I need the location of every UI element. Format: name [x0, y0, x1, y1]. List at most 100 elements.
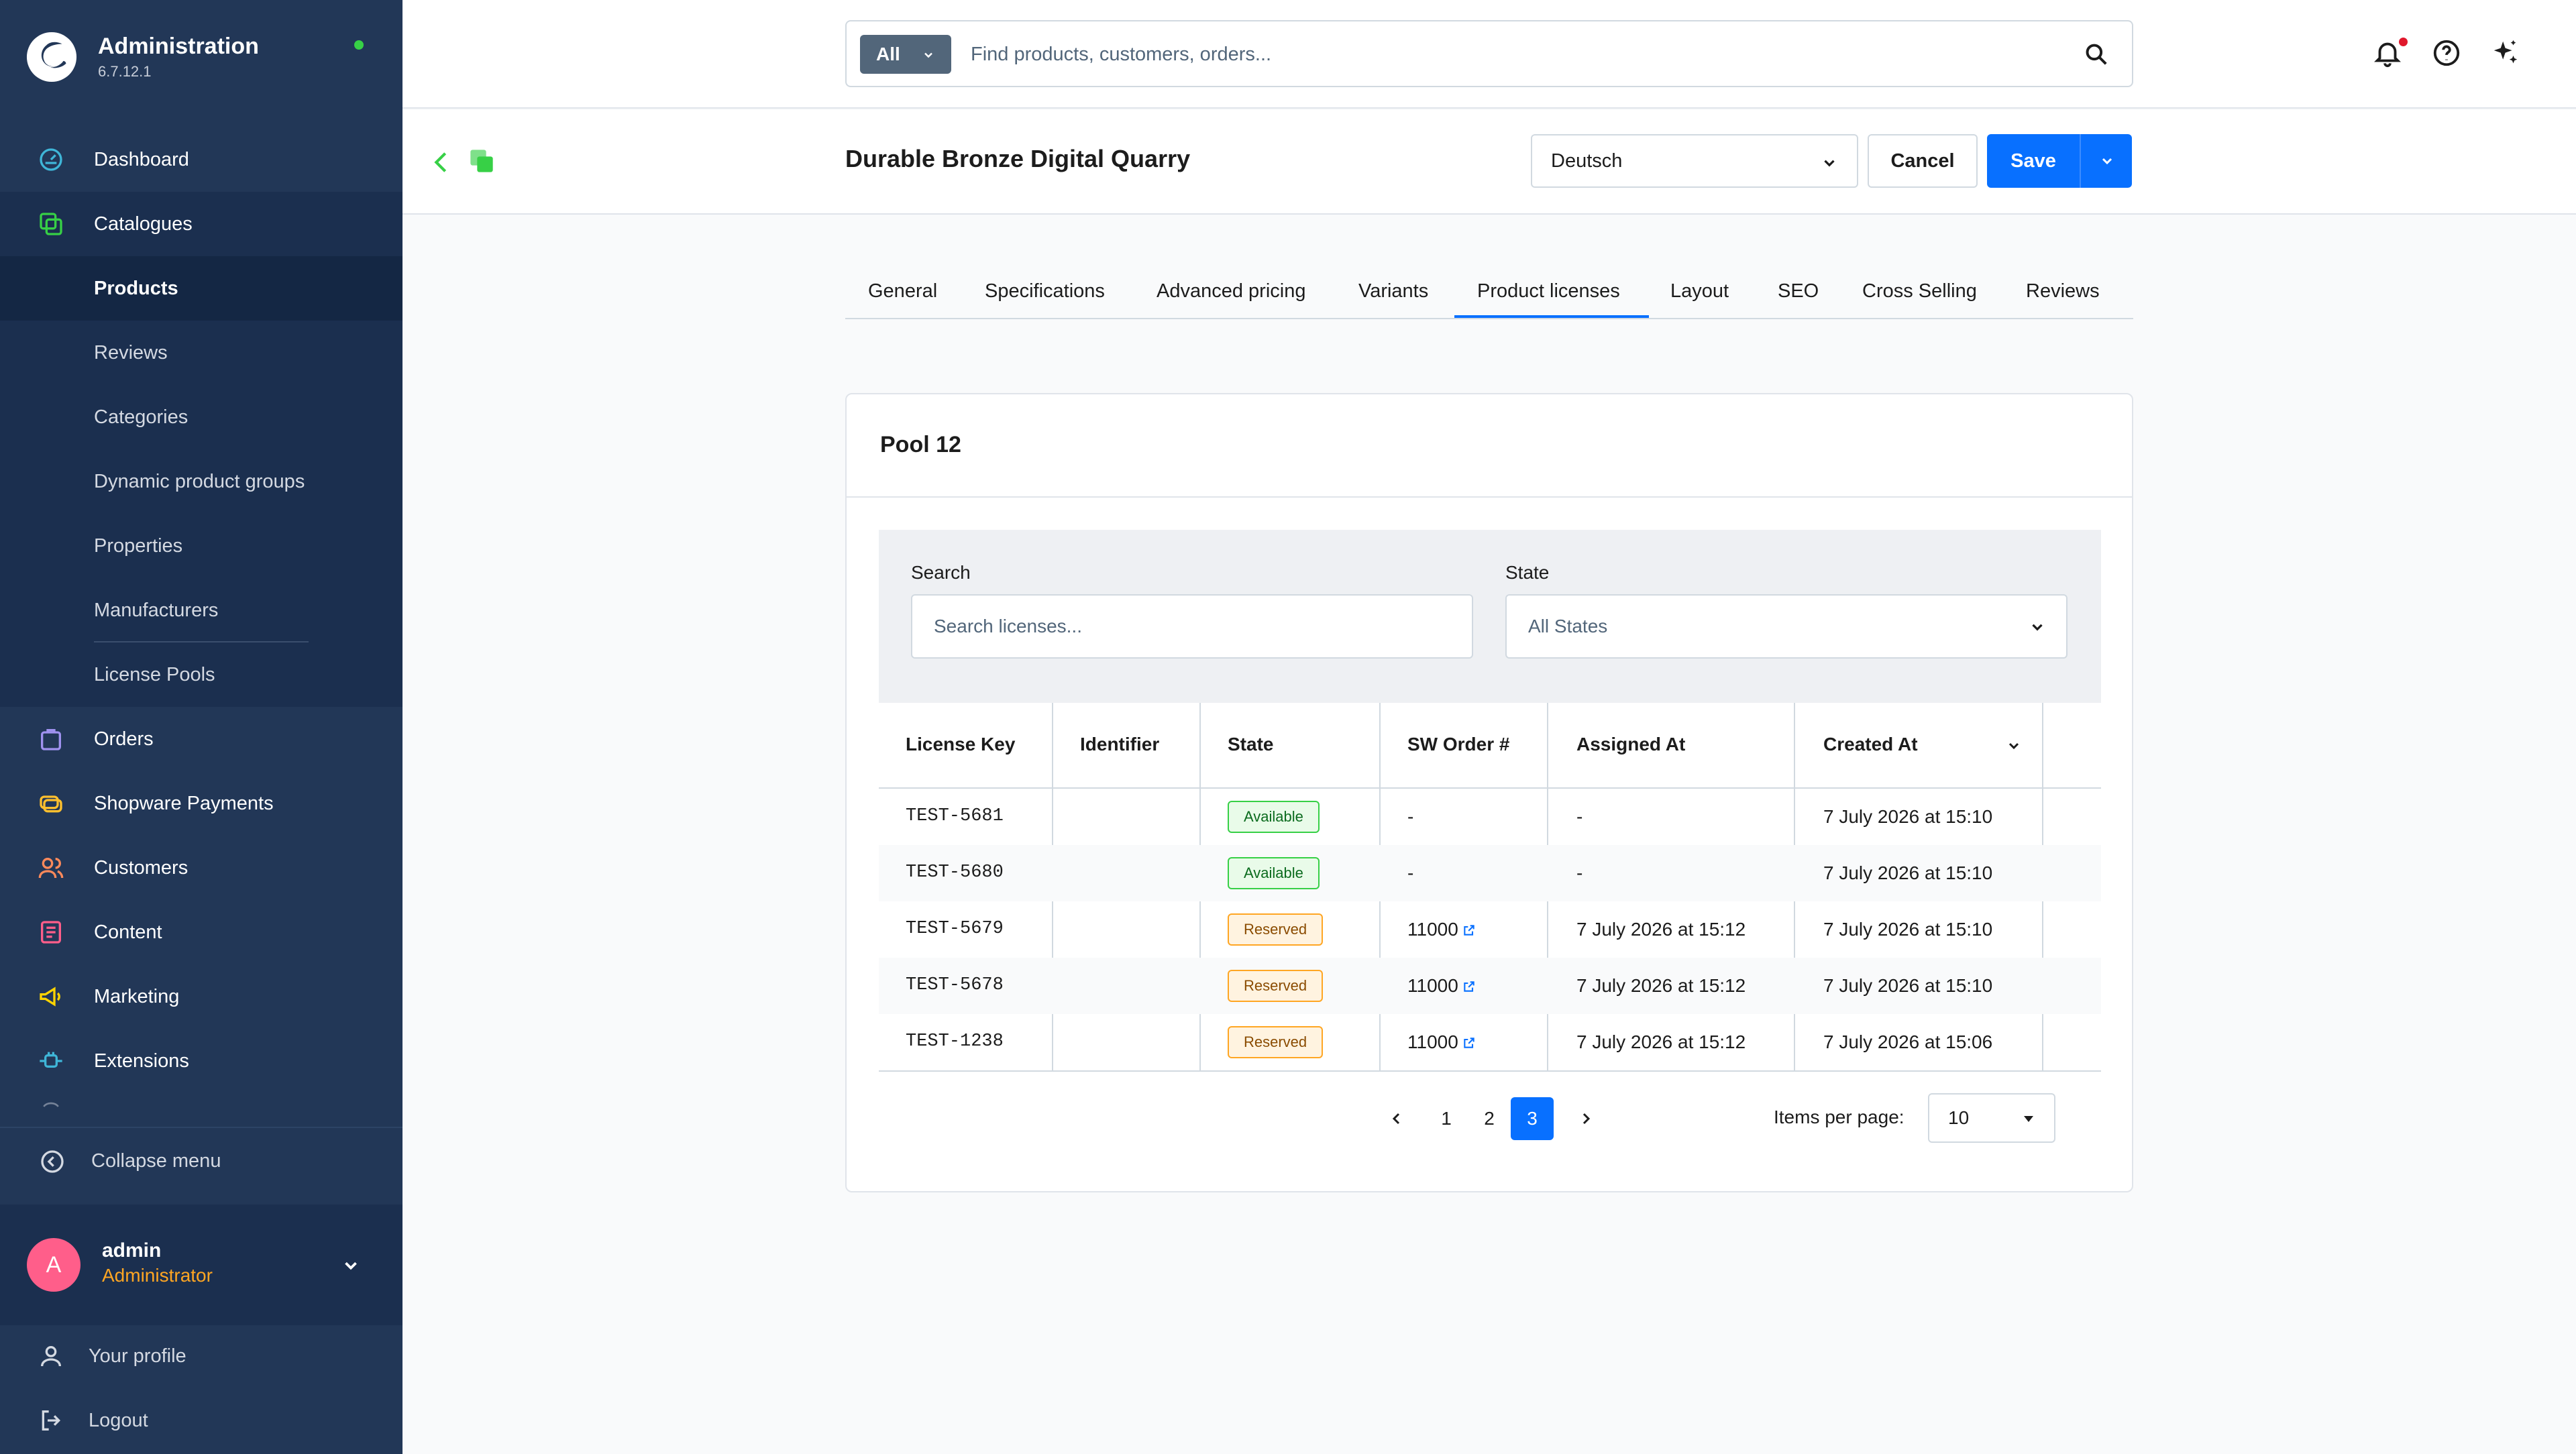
dashboard-icon	[40, 148, 62, 171]
nav-categories[interactable]: Categories	[0, 385, 402, 449]
state-select[interactable]: All States	[1505, 594, 2068, 659]
sw-order-link[interactable]: 11000	[1407, 919, 1458, 940]
header-assigned-at[interactable]: Assigned At	[1576, 734, 1685, 755]
created-at: 7 July 2026 at 15:06	[1823, 1031, 1993, 1052]
nav-content[interactable]: Content	[0, 900, 402, 964]
tab-specifications[interactable]: Specifications	[985, 280, 1105, 302]
chevron-down-icon[interactable]	[341, 1255, 361, 1276]
avatar: A	[27, 1238, 80, 1292]
nav-customers[interactable]: Customers	[0, 836, 402, 900]
sort-descending-icon[interactable]	[2006, 738, 2022, 754]
search-input[interactable]	[971, 35, 2044, 74]
table-row[interactable]: TEST-5681 Available - - 7 July 2026 at 1…	[879, 789, 2101, 845]
header-identifier[interactable]: Identifier	[1080, 734, 1159, 755]
next-page-icon[interactable]	[1578, 1111, 1594, 1127]
back-chevron-icon[interactable]	[431, 149, 451, 176]
tab-reviews[interactable]: Reviews	[2026, 280, 2100, 302]
state-label: State	[1505, 562, 1550, 583]
search-scope-dropdown[interactable]: All	[860, 35, 951, 74]
header-sw-order[interactable]: SW Order #	[1407, 734, 1509, 755]
page-3-current[interactable]: 3	[1511, 1097, 1554, 1140]
external-link-icon[interactable]	[1462, 1036, 1476, 1050]
license-key: TEST-5678	[906, 975, 1004, 995]
language-select[interactable]: Deutsch	[1531, 134, 1858, 188]
tab-cross-selling[interactable]: Cross Selling	[1862, 280, 1977, 302]
nav-payments-label: Shopware Payments	[94, 792, 274, 814]
tab-product-licenses[interactable]: Product licenses	[1477, 280, 1620, 302]
logout-icon	[42, 1410, 61, 1431]
nav-reviews-label: Reviews	[94, 341, 168, 364]
nav-settings-partial	[0, 1093, 402, 1123]
nav-dynamic-product-groups[interactable]: Dynamic product groups	[0, 449, 402, 514]
tab-seo[interactable]: SEO	[1778, 280, 1819, 302]
product-copy-icon[interactable]	[468, 148, 495, 174]
nav-orders-label: Orders	[94, 728, 154, 750]
nav-marketing[interactable]: Marketing	[0, 964, 402, 1029]
header-created-at[interactable]: Created At	[1823, 734, 1918, 755]
nav-extensions[interactable]: Extensions	[0, 1029, 402, 1093]
nav-products-label: Products	[94, 277, 178, 299]
page-1[interactable]: 1	[1425, 1097, 1468, 1140]
sw-order: -	[1407, 806, 1414, 827]
page-2[interactable]: 2	[1468, 1097, 1511, 1140]
created-at: 7 July 2026 at 15:10	[1823, 919, 1993, 940]
global-search: All	[845, 20, 2133, 87]
ai-sparkle-icon[interactable]	[2490, 38, 2521, 68]
nav-categories-label: Categories	[94, 406, 189, 428]
your-profile-link[interactable]: Your profile	[0, 1324, 402, 1388]
user-name: admin	[102, 1239, 162, 1262]
nav-catalogues[interactable]: Catalogues	[0, 192, 402, 256]
table-row[interactable]: TEST-1238 Reserved 11000 7 July 2026 at …	[879, 1014, 2101, 1070]
nav-manufacturers[interactable]: Manufacturers	[0, 578, 402, 642]
nav-shopware-payments[interactable]: Shopware Payments	[0, 771, 402, 836]
nav-customers-label: Customers	[94, 856, 189, 879]
user-icon	[41, 1346, 61, 1367]
nav-orders[interactable]: Orders	[0, 707, 402, 771]
logout-link[interactable]: Logout	[0, 1388, 402, 1453]
sw-order: -	[1407, 862, 1414, 883]
sidebar: Administration 6.7.12.1 Dashboard Catalo…	[0, 0, 402, 1454]
license-search-input[interactable]	[911, 594, 1473, 659]
collapse-menu-button[interactable]: Collapse menu	[0, 1127, 402, 1194]
table-row[interactable]: TEST-5679 Reserved 11000 7 July 2026 at …	[879, 901, 2101, 958]
created-at: 7 July 2026 at 15:10	[1823, 975, 1993, 996]
external-link-icon[interactable]	[1462, 924, 1476, 937]
logout-label: Logout	[89, 1409, 148, 1431]
sw-order-link[interactable]: 11000	[1407, 1031, 1458, 1052]
header-license-key[interactable]: License Key	[906, 734, 1015, 755]
collapse-chevron-circle-icon	[41, 1150, 64, 1173]
sw-order-cell: 11000	[1407, 975, 1476, 997]
nav-extensions-label: Extensions	[94, 1050, 189, 1072]
license-key: TEST-1238	[906, 1031, 1004, 1052]
tab-layout[interactable]: Layout	[1670, 280, 1729, 302]
table-row[interactable]: TEST-5680 Available - - 7 July 2026 at 1…	[879, 845, 2101, 901]
save-options-button[interactable]	[2080, 134, 2132, 188]
user-menu[interactable]: A admin Administrator	[0, 1205, 402, 1325]
table-row[interactable]: TEST-5678 Reserved 11000 7 July 2026 at …	[879, 958, 2101, 1014]
table-body: TEST-5681 Available - - 7 July 2026 at 1…	[879, 789, 2101, 1070]
nav-products[interactable]: Products	[0, 256, 402, 321]
save-button[interactable]: Save	[1987, 134, 2080, 188]
help-icon[interactable]	[2431, 38, 2462, 68]
external-link-icon[interactable]	[1462, 980, 1476, 993]
nav-properties[interactable]: Properties	[0, 514, 402, 578]
tab-general[interactable]: General	[868, 280, 937, 302]
status-indicator-icon	[354, 40, 364, 50]
search-icon[interactable]	[2084, 42, 2109, 67]
nav-license-pools[interactable]: License Pools	[0, 642, 402, 707]
nav-dashboard[interactable]: Dashboard	[0, 127, 402, 192]
header-state[interactable]: State	[1228, 734, 1273, 755]
language-select-value: Deutsch	[1551, 150, 1623, 172]
catalogues-icon	[40, 213, 62, 235]
tab-variants[interactable]: Variants	[1358, 280, 1428, 302]
table-bottom-border	[879, 1070, 2101, 1072]
tab-advanced-pricing[interactable]: Advanced pricing	[1157, 280, 1305, 302]
items-per-page-select[interactable]: 10	[1928, 1093, 2055, 1143]
status-badge: Reserved	[1228, 913, 1324, 946]
nav-license-pools-label: License Pools	[94, 663, 215, 685]
previous-page-icon[interactable]	[1389, 1111, 1405, 1127]
cancel-button[interactable]: Cancel	[1868, 134, 1978, 188]
nav-reviews[interactable]: Reviews	[0, 321, 402, 385]
status-badge: Available	[1228, 801, 1320, 833]
sw-order-link[interactable]: 11000	[1407, 975, 1458, 996]
